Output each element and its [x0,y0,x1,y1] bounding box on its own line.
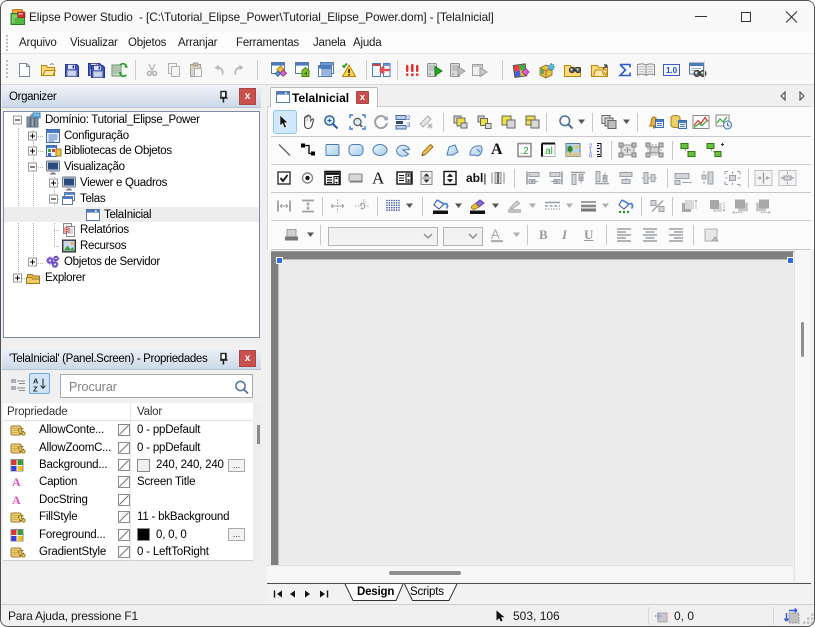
svg-text:1.0: 1.0 [666,66,678,75]
svg-text:3: 3 [407,123,411,129]
svg-text:2: 2 [407,116,411,122]
svg-text:0: 0 [589,154,592,158]
svg-text:Z: Z [33,384,38,391]
svg-text:A: A [491,228,500,242]
svg-text:5: 5 [363,200,366,206]
svg-text:al: al [545,146,553,157]
svg-text:.2: .2 [520,146,529,157]
